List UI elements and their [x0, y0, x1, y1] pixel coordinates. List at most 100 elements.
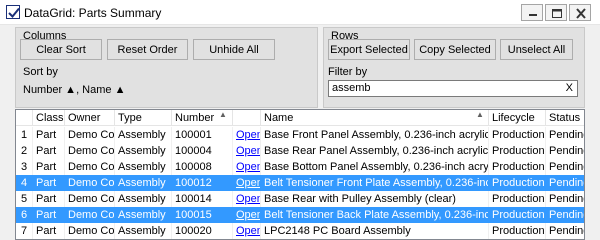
number-cell: 100004	[172, 143, 233, 159]
number-sort-arrow-icon: ▲	[219, 110, 227, 119]
class-cell: Part	[33, 207, 65, 223]
status-cell: Pending	[546, 159, 584, 175]
header-owner[interactable]: Owner	[65, 110, 115, 126]
close-button[interactable]	[569, 4, 591, 21]
table-row[interactable]: 5 Part Demo Co Assembly 100014 Open Base Rear …	[16, 191, 584, 207]
sort-by-value: Number ▲, Name ▲	[23, 84, 126, 96]
grid-header: Class Owner Type Number ▲ Name ▲ Lifecyc…	[16, 110, 584, 126]
close-icon	[576, 8, 586, 19]
owner-cell: Demo Co	[65, 143, 115, 159]
number-cell: 100020	[172, 223, 233, 239]
number-cell: 100001	[172, 127, 233, 143]
checkbox-icon	[6, 5, 20, 19]
type-cell: Assembly	[115, 191, 172, 207]
type-cell: Assembly	[115, 207, 172, 223]
status-cell: Pending	[546, 207, 584, 223]
export-selected-button[interactable]: Export Selected	[328, 39, 410, 60]
reset-order-button[interactable]: Reset Order	[107, 39, 188, 60]
filter-text: assemb	[332, 82, 371, 94]
lifecycle-cell: Production	[489, 143, 546, 159]
open-link[interactable]: Open	[233, 127, 261, 143]
minimize-button[interactable]	[521, 4, 543, 21]
status-cell: Pending	[546, 175, 584, 191]
table-row[interactable]: 1 Part Demo Co Assembly 100001 Open Base Front…	[16, 127, 584, 143]
unhide-all-button[interactable]: Unhide All	[193, 39, 275, 60]
class-cell: Part	[33, 159, 65, 175]
unselect-all-button[interactable]: Unselect All	[500, 39, 573, 60]
type-cell: Assembly	[115, 159, 172, 175]
clear-sort-button[interactable]: Clear Sort	[20, 39, 102, 60]
class-cell: Part	[33, 127, 65, 143]
window-title: DataGrid: Parts Summary	[24, 6, 162, 20]
status-cell: Pending	[546, 143, 584, 159]
maximize-button[interactable]	[545, 4, 567, 21]
lifecycle-cell: Production	[489, 191, 546, 207]
sort-by-label: Sort by	[23, 66, 58, 78]
open-link[interactable]: Open	[233, 143, 261, 159]
rows-group: Rows Export Selected Copy Selected Unsel…	[323, 27, 585, 108]
type-cell: Assembly	[115, 127, 172, 143]
maximize-icon	[552, 9, 562, 18]
open-link[interactable]: Open	[233, 207, 261, 223]
lifecycle-cell: Production	[489, 159, 546, 175]
type-cell: Assembly	[115, 143, 172, 159]
header-class[interactable]: Class	[33, 110, 65, 126]
name-cell: Belt Tensioner Front Plate Assembly, 0.2…	[261, 175, 489, 191]
header-index[interactable]	[16, 110, 33, 126]
owner-cell: Demo Co	[65, 159, 115, 175]
table-row[interactable]: 6 Part Demo Co Assembly 100015 Open Belt Tensi…	[16, 207, 584, 223]
name-sort-arrow-icon: ▲	[476, 110, 484, 119]
row-index: 7	[16, 223, 33, 239]
name-cell: Base Front Panel Assembly, 0.236-inch ac…	[261, 127, 489, 143]
owner-cell: Demo Co	[65, 127, 115, 143]
header-lifecycle[interactable]: Lifecycle	[489, 110, 546, 126]
owner-cell: Demo Co	[65, 175, 115, 191]
lifecycle-cell: Production	[489, 207, 546, 223]
table-row[interactable]: 4 Part Demo Co Assembly 100012 Open Belt Tensi…	[16, 175, 584, 191]
status-cell: Pending	[546, 127, 584, 143]
row-index: 6	[16, 207, 33, 223]
table-row[interactable]: 7 Part Demo Co Assembly 100020 Open LPC2148 PC…	[16, 223, 584, 239]
filter-by-label: Filter by	[328, 66, 368, 78]
header-link[interactable]	[233, 110, 261, 126]
name-cell: LPC2148 PC Board Assembly	[261, 223, 489, 239]
parts-grid[interactable]: Class Owner Type Number ▲ Name ▲ Lifecyc…	[15, 109, 585, 240]
open-link[interactable]: Open	[233, 223, 261, 239]
row-index: 4	[16, 175, 33, 191]
number-cell: 100012	[172, 175, 233, 191]
app-window: DataGrid: Parts Summary Columns Clear So…	[0, 0, 600, 240]
name-cell: Base Rear with Pulley Assembly (clear)	[261, 191, 489, 207]
row-index: 1	[16, 127, 33, 143]
type-cell: Assembly	[115, 175, 172, 191]
table-row[interactable]: 2 Part Demo Co Assembly 100004 Open Base Rear …	[16, 143, 584, 159]
status-cell: Pending	[546, 191, 584, 207]
table-row[interactable]: 3 Part Demo Co Assembly 100008 Open Base Botto…	[16, 159, 584, 175]
number-cell: 100015	[172, 207, 233, 223]
row-index: 5	[16, 191, 33, 207]
header-type[interactable]: Type	[115, 110, 172, 126]
filter-clear-button[interactable]: X	[566, 82, 573, 94]
lifecycle-cell: Production	[489, 175, 546, 191]
class-cell: Part	[33, 223, 65, 239]
columns-group: Columns Clear Sort Reset Order Unhide Al…	[15, 27, 318, 108]
header-name[interactable]: Name	[261, 110, 489, 126]
status-cell: Pending	[546, 223, 584, 239]
lifecycle-cell: Production	[489, 127, 546, 143]
class-cell: Part	[33, 191, 65, 207]
lifecycle-cell: Production	[489, 223, 546, 239]
owner-cell: Demo Co	[65, 223, 115, 239]
minimize-icon	[529, 14, 537, 16]
number-cell: 100008	[172, 159, 233, 175]
row-index: 2	[16, 143, 33, 159]
number-cell: 100014	[172, 191, 233, 207]
copy-selected-button[interactable]: Copy Selected	[414, 39, 496, 60]
name-cell: Belt Tensioner Back Plate Assembly, 0.23…	[261, 207, 489, 223]
header-status[interactable]: Status	[546, 110, 584, 126]
open-link[interactable]: Open	[233, 175, 261, 191]
open-link[interactable]: Open	[233, 191, 261, 207]
type-cell: Assembly	[115, 223, 172, 239]
filter-input[interactable]: assemb X	[328, 80, 578, 97]
class-cell: Part	[33, 143, 65, 159]
open-link[interactable]: Open	[233, 159, 261, 175]
class-cell: Part	[33, 175, 65, 191]
